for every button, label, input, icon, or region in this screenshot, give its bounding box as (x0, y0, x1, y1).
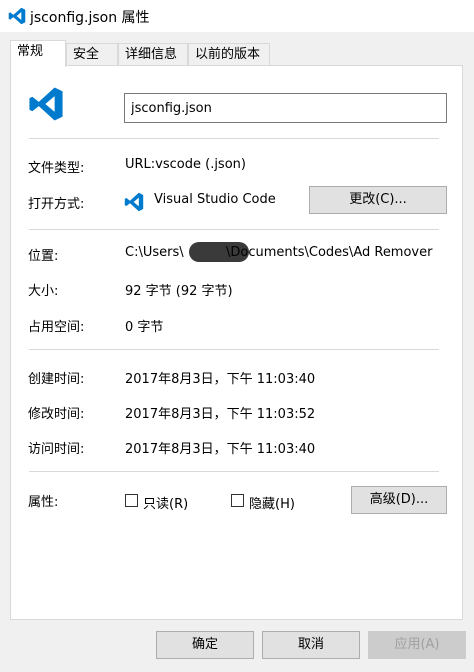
divider (29, 138, 439, 139)
divider (29, 349, 439, 350)
window-title: jsconfig.json 属性 (30, 10, 150, 26)
change-button[interactable]: 更改(C)... (309, 186, 447, 214)
hidden-label[interactable]: 隐藏(H) (249, 493, 295, 512)
open-with-value: Visual Studio Code (154, 192, 276, 207)
accessed-value: 2017年8月3日，下午 11:03:40 (125, 442, 316, 457)
advanced-button[interactable]: 高级(D)... (351, 486, 447, 514)
size-label: 大小: (28, 284, 59, 299)
attributes-label: 属性: (28, 495, 59, 510)
file-type-label: 文件类型: (28, 161, 85, 176)
vscode-file-icon (29, 87, 63, 121)
tab-strip: 常规 安全 详细信息 以前的版本 (10, 40, 470, 67)
tab-security[interactable]: 安全 (66, 43, 118, 65)
title-bar: jsconfig.json 属性 (0, 0, 474, 32)
readonly-checkbox[interactable] (125, 494, 138, 507)
apply-button[interactable]: 应用(A) (368, 631, 466, 659)
location-suffix: \Documents\Codes\Ad Remover (226, 245, 433, 260)
open-with-label: 打开方式: (28, 197, 85, 212)
modified-value: 2017年8月3日，下午 11:03:52 (125, 407, 316, 422)
file-type-value: URL:vscode (.json) (125, 157, 246, 172)
file-name-input[interactable] (124, 93, 447, 123)
readonly-label[interactable]: 只读(R) (143, 493, 188, 512)
vscode-icon (124, 192, 144, 212)
disk-size-value: 0 字节 (125, 320, 164, 335)
hidden-checkbox[interactable] (231, 494, 244, 507)
size-value: 92 字节 (92 字节) (125, 284, 233, 299)
accessed-label: 访问时间: (28, 442, 85, 457)
cancel-button[interactable]: 取消 (262, 631, 360, 659)
divider (29, 471, 439, 472)
tab-previous-versions[interactable]: 以前的版本 (188, 43, 270, 65)
tab-general[interactable]: 常规 (10, 40, 66, 67)
disk-size-label: 占用空间: (28, 320, 85, 335)
ok-button[interactable]: 确定 (156, 631, 254, 659)
tab-details[interactable]: 详细信息 (118, 43, 188, 65)
location-prefix: C:\Users\ (125, 245, 184, 260)
vscode-icon (8, 7, 26, 25)
divider (29, 229, 439, 230)
created-label: 创建时间: (28, 372, 85, 387)
created-value: 2017年8月3日，下午 11:03:40 (125, 372, 316, 387)
general-panel: 文件类型: URL:vscode (.json) 打开方式: Visual St… (10, 65, 463, 620)
modified-label: 修改时间: (28, 407, 85, 422)
location-label: 位置: (28, 249, 59, 264)
